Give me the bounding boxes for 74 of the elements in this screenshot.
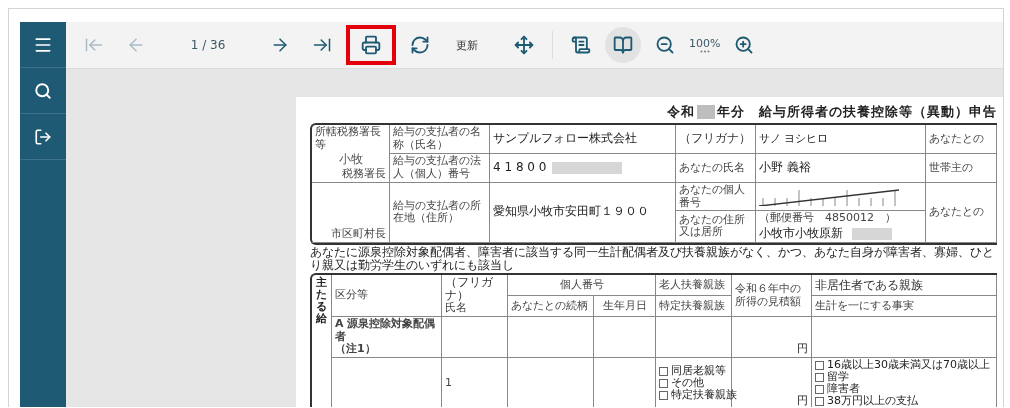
redacted-block: [552, 161, 623, 174]
checkbox[interactable]: [815, 396, 824, 406]
first-page-icon: [84, 35, 104, 55]
form-title: 令和: [667, 103, 695, 121]
checkbox[interactable]: [659, 366, 668, 376]
column-header: 生年月日: [602, 299, 647, 313]
column-header: あなたとの続柄: [511, 299, 588, 313]
page-indicator: 1 / 36: [189, 38, 227, 52]
form-value: 小牧: [338, 151, 363, 168]
refresh-label: 更新: [456, 37, 478, 53]
checkbox-label: 38万円以上の支払: [827, 395, 918, 407]
form-label: 給与の支払者の所在地（住所）: [393, 199, 482, 225]
column-header: 特定扶養親族: [659, 299, 725, 313]
form-value: 4 1 8 0 0: [493, 161, 547, 175]
refresh-icon: [410, 35, 430, 55]
checkbox-label: その他: [671, 377, 704, 390]
form-label: あなたとの: [929, 132, 984, 146]
scroll-icon: [571, 35, 591, 55]
form-value: サノ ヨシヒロ: [759, 132, 829, 146]
zoom-in-icon: [734, 35, 755, 55]
checkbox[interactable]: [659, 378, 668, 388]
checkbox-label: 同居老親等: [671, 365, 726, 377]
checkbox-label: 留学: [827, 371, 849, 384]
column-header: 区分等: [335, 289, 368, 302]
checkbox[interactable]: [815, 372, 824, 382]
row-number: 1: [445, 376, 452, 390]
print-button[interactable]: [346, 25, 396, 65]
form-label: あなたの氏名: [679, 161, 745, 175]
section-label: 主たる給: [316, 277, 327, 326]
form-label: あなたの住所又は居所: [679, 213, 746, 240]
postal-code: （郵便番号 4850012 ）: [759, 212, 896, 225]
form-label: 所轄税務署長等: [315, 126, 382, 152]
print-icon: [361, 35, 381, 55]
column-header: 個人番号: [559, 278, 604, 292]
form-label: 市区町村長: [331, 228, 386, 241]
checkbox[interactable]: [659, 390, 668, 400]
form-title: 年分 給与所得者の扶養控除等（異動）申告: [717, 103, 997, 121]
search-icon: [34, 81, 52, 100]
yen-unit: 円: [797, 394, 808, 407]
form-label: （フリガナ）: [679, 132, 751, 146]
redacted-block: [697, 105, 715, 119]
four-way-arrow-icon: [514, 35, 534, 55]
notice-text: あなたに源泉控除対象配偶者、障害者に該当する同一生計配偶者及び扶養親族がなく、かつ、あなた自身が障害者、寡婦、ひとり親又は勤労学生のいずれにも該当し: [310, 245, 995, 272]
checkbox-label: 特定扶養親族: [671, 389, 737, 402]
column-header: （フリガナ）: [445, 276, 494, 303]
last-page-icon: [312, 35, 332, 55]
row-label: A 源泉控除対象配偶者: [335, 318, 437, 343]
row-note: （注1）: [335, 343, 376, 356]
form-value: 愛知県小牧市安田町１９００: [493, 205, 649, 220]
book-view-button[interactable]: [605, 27, 641, 63]
zoom-out-icon: [655, 35, 675, 55]
form-label: 世帯主の: [929, 161, 973, 175]
form-label: あなたとの: [929, 205, 984, 219]
form-value: 小野 義裕: [759, 161, 811, 175]
form-value: 小牧市小牧原新: [759, 226, 843, 241]
yen-unit: 円: [797, 343, 808, 356]
zoom-level[interactable]: 100%: [689, 37, 721, 50]
column-header: 老人扶養親族: [659, 278, 725, 292]
form-label: あなたの個人番号: [679, 183, 746, 210]
more-dots-icon: [699, 50, 710, 53]
column-header: 氏名: [445, 302, 468, 316]
form-value: サンプルフォロー株式会社: [493, 132, 637, 146]
checkbox[interactable]: [815, 360, 824, 370]
form-label: 給与の支払者の名称（氏名）: [393, 126, 482, 152]
redacted-block: [852, 227, 892, 240]
checkbox-label: 16歳以上30歳未満又は70歳以上: [827, 358, 990, 371]
form-label: 給与の支払者の法人（個人）番号: [393, 155, 482, 181]
column-header: 令和６年中の所得の見積額: [735, 282, 802, 309]
checkbox[interactable]: [815, 384, 824, 394]
column-header: 生計を一にする事実: [815, 299, 914, 313]
checkbox-label: 障害者: [827, 383, 860, 396]
column-header: 非居住者である親族: [815, 278, 923, 292]
form-label: 税務署長: [342, 168, 386, 181]
book-icon: [613, 35, 633, 55]
